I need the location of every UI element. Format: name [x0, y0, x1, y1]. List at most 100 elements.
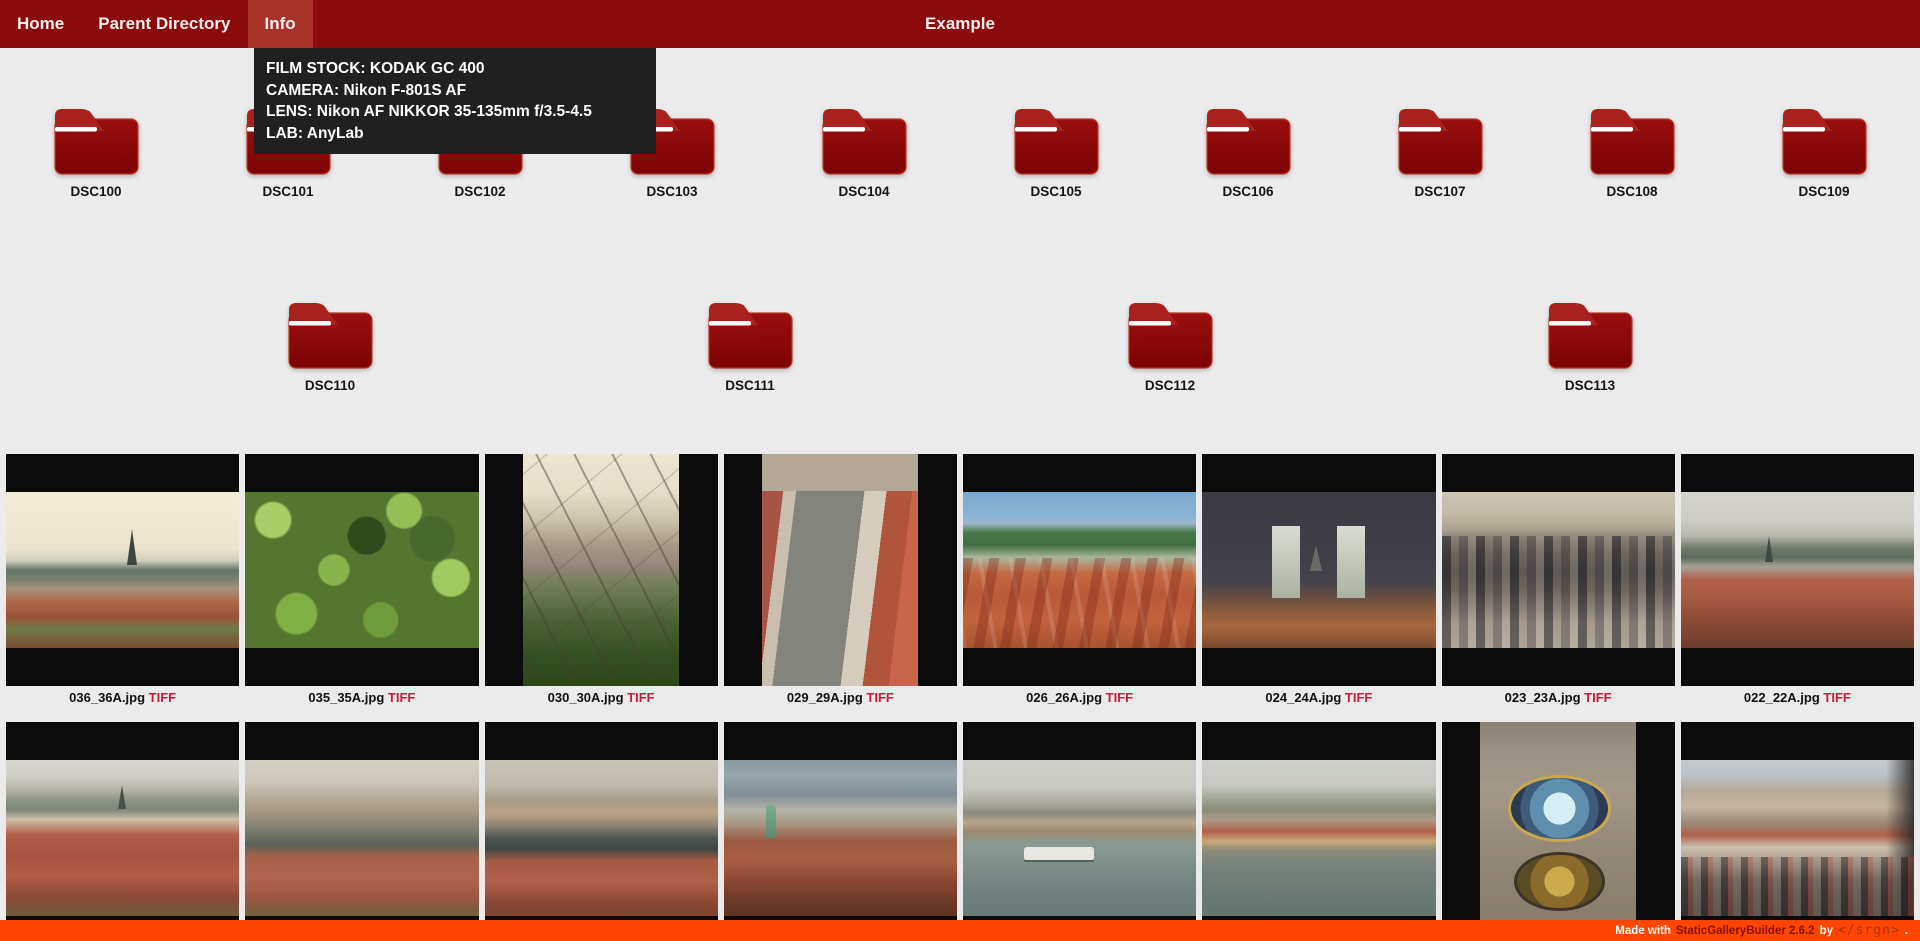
- folder-item-dsc105[interactable]: DSC105: [1008, 100, 1104, 199]
- folder-label: DSC101: [262, 184, 313, 199]
- tooltip-line: LAB: AnyLab: [266, 123, 644, 145]
- gallery-item: [724, 722, 957, 941]
- srgn-logo[interactable]: </srgn>: [1838, 923, 1900, 938]
- gallery-item: [1202, 722, 1435, 941]
- folder-row-2: DSC110 DSC111 DSC112 DSC113: [120, 294, 1800, 393]
- folder-item-dsc112[interactable]: DSC112: [1122, 294, 1218, 393]
- photo-filename: 022_22A.jpg: [1744, 690, 1820, 705]
- photo-caption: 022_22A.jpg TIFF: [1681, 690, 1914, 706]
- photo-pan3: [6, 760, 239, 916]
- folder-item-dsc108[interactable]: DSC108: [1584, 100, 1680, 199]
- tooltip-line: CAMERA: Nikon F-801S AF: [266, 80, 644, 102]
- tiff-link[interactable]: TIFF: [388, 690, 415, 705]
- tiff-link[interactable]: TIFF: [149, 690, 176, 705]
- folder-label: DSC111: [725, 378, 775, 393]
- tiff-link[interactable]: TIFF: [1106, 690, 1133, 705]
- photo-tyn: [1202, 492, 1435, 648]
- folder-item-dsc104[interactable]: DSC104: [816, 100, 912, 199]
- folder-label: DSC103: [646, 184, 697, 199]
- photo-caption: 026_26A.jpg TIFF: [963, 690, 1196, 706]
- photo-pan5: [485, 760, 718, 916]
- photo-roofhill: [963, 492, 1196, 648]
- photo-caption: 023_23A.jpg TIFF: [1442, 690, 1675, 706]
- folder-item-dsc100[interactable]: DSC100: [48, 100, 144, 199]
- folder-item-dsc106[interactable]: DSC106: [1200, 100, 1296, 199]
- nav-items: HomeParent DirectoryInfo: [0, 0, 313, 48]
- photo-street: [1681, 760, 1914, 916]
- gallery-item: [1442, 722, 1675, 941]
- photo-caption: 024_24A.jpg TIFF: [1202, 690, 1435, 706]
- photo-caption: 030_30A.jpg TIFF: [485, 690, 718, 706]
- photo-pan2: [1681, 492, 1914, 648]
- folder-label: DSC113: [1565, 378, 1615, 393]
- tiff-link[interactable]: TIFF: [1823, 690, 1850, 705]
- tiff-link[interactable]: TIFF: [1345, 690, 1372, 705]
- photo-thumbnail[interactable]: [963, 722, 1196, 941]
- photo-caption: 035_35A.jpg TIFF: [245, 690, 478, 706]
- folder-label: DSC108: [1606, 184, 1657, 199]
- photo-thumbnail[interactable]: [485, 722, 718, 941]
- photo-thumbnail[interactable]: [485, 454, 718, 686]
- tiff-link[interactable]: TIFF: [866, 690, 893, 705]
- photo-grid: 036_36A.jpg TIFF 035_35A.jpg TIFF 030_30A.…: [6, 454, 1914, 941]
- gallery-item: [963, 722, 1196, 941]
- nav-item-info[interactable]: Info: [248, 0, 313, 48]
- folder-icon: [282, 294, 378, 372]
- made-with-text: Made with: [1615, 925, 1671, 937]
- folder-item-dsc107[interactable]: DSC107: [1392, 100, 1488, 199]
- folder-icon: [1542, 294, 1638, 372]
- photo-thumbnail[interactable]: [724, 454, 957, 686]
- by-text: by: [1820, 925, 1833, 937]
- folder-label: DSC109: [1798, 184, 1849, 199]
- folder-item-dsc113[interactable]: DSC113: [1542, 294, 1638, 393]
- folder-icon: [1122, 294, 1218, 372]
- gallery-page: HomeParent DirectoryInfo Example FILM ST…: [0, 0, 1920, 941]
- folder-item-dsc110[interactable]: DSC110: [282, 294, 378, 393]
- folder-label: DSC110: [305, 378, 355, 393]
- photo-thumbnail[interactable]: [1442, 722, 1675, 941]
- folder-label: DSC106: [1222, 184, 1273, 199]
- nav-item-parent-directory[interactable]: Parent Directory: [81, 0, 247, 48]
- photo-bank: [1202, 760, 1435, 916]
- nav-item-home[interactable]: Home: [0, 0, 81, 48]
- gallery-item: 026_26A.jpg TIFF: [963, 454, 1196, 706]
- photo-filename: 029_29A.jpg: [787, 690, 863, 705]
- builder-link[interactable]: StaticGalleryBuilder 2.6.2: [1676, 925, 1815, 937]
- photo-pan4: [245, 760, 478, 916]
- gallery-item: [6, 722, 239, 941]
- photo-thumbnail[interactable]: [6, 722, 239, 941]
- photo-caption: 029_29A.jpg TIFF: [724, 690, 957, 706]
- folder-item-dsc111[interactable]: DSC111: [702, 294, 798, 393]
- folder-icon: [1200, 100, 1296, 178]
- tiff-link[interactable]: TIFF: [627, 690, 654, 705]
- footer-bar: Made with StaticGalleryBuilder 2.6.2 by …: [0, 920, 1920, 941]
- photo-thumbnail[interactable]: [6, 454, 239, 686]
- gallery-item: 024_24A.jpg TIFF: [1202, 454, 1435, 706]
- photo-thumbnail[interactable]: [1442, 454, 1675, 686]
- tooltip-line: LENS: Nikon AF NIKKOR 35-135mm f/3.5-4.5: [266, 101, 644, 123]
- folder-icon: [702, 294, 798, 372]
- info-tooltip: FILM STOCK: KODAK GC 400CAMERA: Nikon F-…: [254, 48, 656, 154]
- folder-label: DSC112: [1145, 378, 1195, 393]
- folder-icon: [1776, 100, 1872, 178]
- photo-foliage: [245, 492, 478, 648]
- photo-thumbnail[interactable]: [963, 454, 1196, 686]
- photo-valley: [523, 454, 679, 686]
- tiff-link[interactable]: TIFF: [1584, 690, 1611, 705]
- photo-thumbnail[interactable]: [1681, 454, 1914, 686]
- folder-label: DSC100: [70, 184, 121, 199]
- gallery-item: 036_36A.jpg TIFF: [6, 454, 239, 706]
- photo-thumbnail[interactable]: [1681, 722, 1914, 941]
- gallery-item: 035_35A.jpg TIFF: [245, 454, 478, 706]
- folder-item-dsc109[interactable]: DSC109: [1776, 100, 1872, 199]
- photo-thumbnail[interactable]: [1202, 722, 1435, 941]
- photo-boat: [963, 760, 1196, 916]
- photo-thumbnail[interactable]: [724, 722, 957, 941]
- photo-crowdbridge: [1442, 492, 1675, 648]
- photo-thumbnail[interactable]: [1202, 454, 1435, 686]
- photo-thumbnail[interactable]: [245, 722, 478, 941]
- photo-filename: 030_30A.jpg: [548, 690, 624, 705]
- photo-thumbnail[interactable]: [245, 454, 478, 686]
- main-nav: HomeParent DirectoryInfo Example: [0, 0, 1920, 48]
- photo-square: [762, 454, 918, 686]
